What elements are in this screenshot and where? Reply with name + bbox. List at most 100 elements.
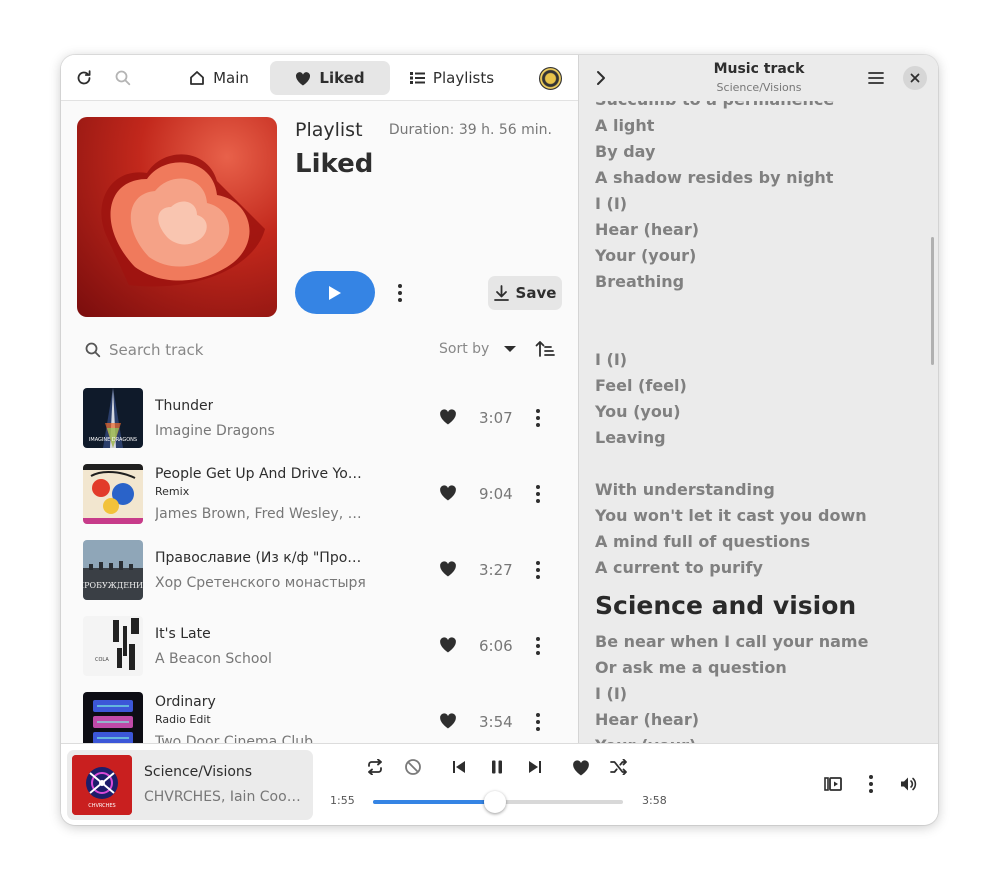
now-playing-artist: CHVRCHES, Iain Cook, Martin Doherty, Lau… bbox=[144, 789, 304, 805]
player-more-icon[interactable] bbox=[860, 773, 882, 795]
playlist-more-icon[interactable] bbox=[388, 281, 412, 305]
playlist-label: Playlist bbox=[295, 119, 363, 141]
track-thumbnail: COLA bbox=[83, 616, 143, 676]
volume-icon[interactable] bbox=[898, 773, 920, 795]
heart-icon[interactable] bbox=[439, 712, 459, 732]
queue-icon[interactable] bbox=[822, 773, 844, 795]
lyric-line-current: Science and vision bbox=[595, 591, 857, 620]
lyric-line: Or ask me a question bbox=[595, 658, 787, 677]
lyric-line: I (I) bbox=[595, 350, 628, 369]
lyric-line: A light bbox=[595, 116, 655, 135]
previous-icon[interactable] bbox=[448, 756, 470, 778]
track-artist: Two Door Cinema Club bbox=[155, 734, 314, 743]
lyric-line: Hear (hear) bbox=[595, 220, 700, 239]
search-placeholder: Search track bbox=[109, 341, 204, 359]
track-thumbnail: IMAGINE DRAGONS bbox=[83, 388, 143, 448]
lyric-line: Be near when I call your name bbox=[595, 632, 869, 651]
lyric-line bbox=[595, 295, 868, 321]
save-button-label: Save bbox=[515, 284, 557, 302]
avatar[interactable] bbox=[539, 67, 562, 90]
lyric-line: Succumb to a permanence bbox=[595, 101, 868, 113]
lyric-line: I (I) bbox=[595, 684, 628, 703]
track-more-icon[interactable] bbox=[528, 713, 548, 733]
tab-liked-label: Liked bbox=[319, 69, 365, 87]
lyrics-lines: Succumb to a permanence A light By day A sh… bbox=[595, 101, 868, 743]
list-icon bbox=[409, 72, 425, 84]
playlist-title: Liked bbox=[295, 149, 374, 179]
lyric-line: A shadow resides by night bbox=[595, 168, 834, 187]
repeat-icon[interactable] bbox=[364, 756, 386, 778]
lyric-line: A mind full of questions bbox=[595, 532, 811, 551]
track-subtitle: Radio Edit bbox=[155, 713, 211, 726]
save-button[interactable]: Save bbox=[488, 276, 562, 310]
tab-playlists[interactable]: Playlists bbox=[397, 61, 507, 95]
track-more-icon[interactable] bbox=[528, 637, 548, 657]
block-icon[interactable] bbox=[402, 756, 424, 778]
heart-icon bbox=[296, 71, 311, 85]
pause-icon[interactable] bbox=[486, 756, 508, 778]
app-window: Main Liked Playlists Playlist Liked Dura… bbox=[61, 55, 938, 825]
track-more-icon[interactable] bbox=[528, 409, 548, 429]
close-button[interactable] bbox=[903, 66, 927, 90]
player-bar: CHVRCHES Science/Visions CHVRCHES, Iain … bbox=[61, 743, 938, 825]
search-icon[interactable] bbox=[111, 66, 135, 90]
lyric-line: I (I) bbox=[595, 194, 628, 213]
now-playing-card[interactable]: CHVRCHES Science/Visions CHVRCHES, Iain … bbox=[67, 750, 313, 820]
next-icon[interactable] bbox=[524, 756, 546, 778]
seek-bar[interactable] bbox=[373, 791, 623, 813]
track-more-icon[interactable] bbox=[528, 561, 548, 581]
play-playlist-button[interactable] bbox=[295, 271, 375, 314]
heart-icon[interactable] bbox=[439, 636, 459, 656]
track-row[interactable]: ПРОБУЖДЕНИЕ Православие (Из к/ф "Пробужд… bbox=[61, 540, 578, 616]
lyric-line: You (you) bbox=[595, 402, 681, 421]
track-search-input[interactable]: Search track bbox=[85, 339, 203, 361]
heart-icon[interactable] bbox=[439, 484, 459, 504]
track-subtitle: Remix bbox=[155, 485, 190, 498]
menu-icon[interactable] bbox=[864, 66, 888, 90]
sort-ascending-icon[interactable] bbox=[535, 339, 555, 359]
track-thumbnail bbox=[83, 692, 143, 743]
search-icon bbox=[85, 342, 101, 358]
lyrics-view[interactable]: Succumb to a permanence A light By day A sh… bbox=[579, 101, 938, 743]
lyric-line: Your (your) bbox=[595, 733, 868, 743]
home-icon bbox=[190, 71, 204, 85]
track-list: IMAGINE DRAGONS Thunder Imagine Dragons … bbox=[61, 380, 578, 743]
svg-text:CHVRCHES: CHVRCHES bbox=[88, 803, 115, 809]
heart-icon[interactable] bbox=[439, 408, 459, 428]
track-thumbnail: ПРОБУЖДЕНИЕ bbox=[83, 540, 143, 600]
track-row[interactable]: COLA It's Late A Beacon School 6:06 bbox=[61, 616, 578, 692]
track-artist: A Beacon School bbox=[155, 651, 272, 667]
shuffle-icon[interactable] bbox=[608, 756, 630, 778]
track-row[interactable]: People Get Up And Drive Your Funky Soul … bbox=[61, 464, 578, 540]
refresh-icon[interactable] bbox=[72, 66, 96, 90]
tab-playlists-label: Playlists bbox=[432, 69, 495, 87]
lyric-line: Breathing bbox=[595, 272, 685, 291]
track-duration: 3:07 bbox=[479, 409, 513, 427]
tab-liked[interactable]: Liked bbox=[270, 61, 390, 95]
close-icon bbox=[910, 73, 920, 83]
track-row[interactable]: Ordinary Radio Edit Two Door Cinema Club… bbox=[61, 692, 578, 743]
play-icon bbox=[329, 285, 341, 300]
seek-handle[interactable] bbox=[483, 791, 506, 813]
sort-by-label[interactable]: Sort by bbox=[439, 341, 489, 357]
lyric-line: With understanding bbox=[595, 480, 775, 499]
track-duration: 6:06 bbox=[479, 637, 513, 655]
now-playing-title: Science/Visions bbox=[144, 764, 253, 780]
tab-main-label: Main bbox=[213, 69, 249, 87]
track-title: It's Late bbox=[155, 626, 211, 642]
track-thumbnail bbox=[83, 464, 143, 524]
chevron-down-icon[interactable] bbox=[502, 341, 518, 357]
like-heart-icon[interactable] bbox=[570, 756, 592, 778]
track-row[interactable]: IMAGINE DRAGONS Thunder Imagine Dragons … bbox=[61, 388, 578, 464]
lyric-line: Leaving bbox=[595, 428, 666, 447]
tab-main[interactable]: Main bbox=[163, 61, 275, 95]
download-icon bbox=[493, 285, 509, 301]
svg-text:ПРОБУЖДЕНИЕ: ПРОБУЖДЕНИЕ bbox=[83, 581, 143, 590]
track-artist: James Brown, Fred Wesley, The J.B.'s bbox=[155, 506, 369, 522]
track-more-icon[interactable] bbox=[528, 485, 548, 505]
lyric-line: Hear (hear) bbox=[595, 710, 700, 729]
lyric-line: By day bbox=[595, 142, 656, 161]
lyric-line bbox=[595, 451, 868, 477]
heart-icon[interactable] bbox=[439, 560, 459, 580]
lyrics-scrollbar[interactable] bbox=[931, 237, 934, 365]
